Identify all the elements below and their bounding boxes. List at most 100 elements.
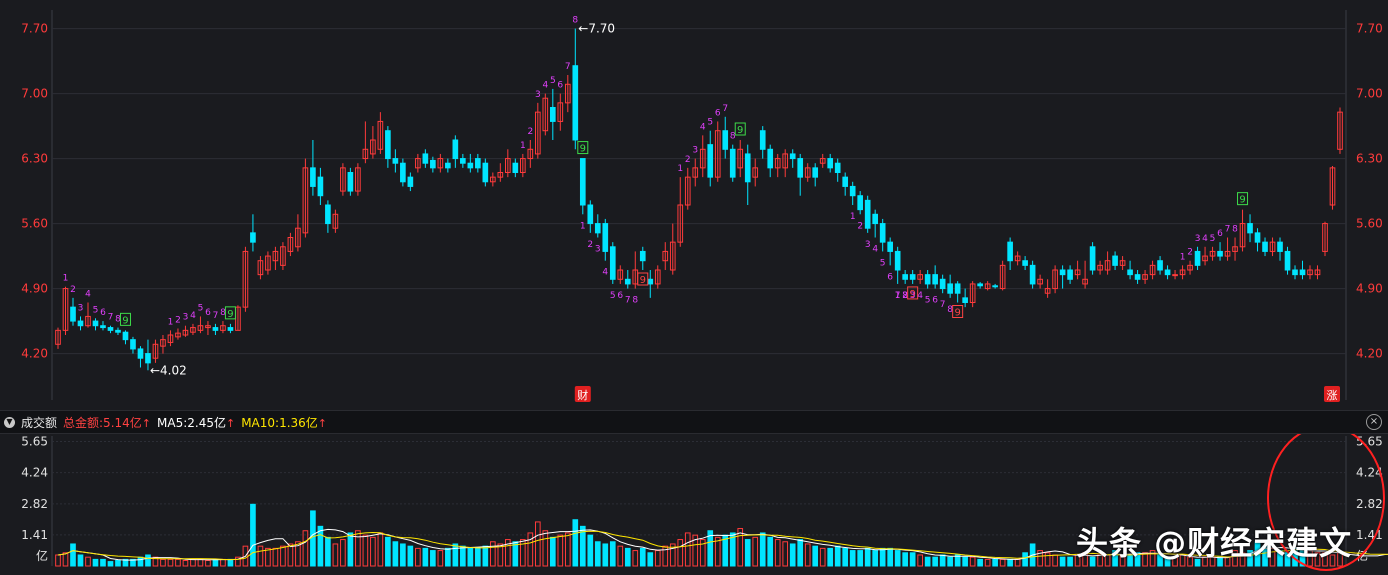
volume-bar: [392, 541, 399, 567]
sequence-digit: 7: [1225, 225, 1231, 235]
candle-body: [1022, 260, 1028, 266]
candle-body: [475, 158, 481, 169]
volume-bar: [107, 561, 114, 567]
price-tick-label-right: 6.30: [1356, 152, 1383, 166]
total-amount: 总金额:5.14亿↑: [63, 415, 151, 430]
volume-bar: [482, 545, 489, 567]
candle-body: [812, 167, 819, 178]
volume-header: ▼ 成交额 总金额:5.14亿↑ MA5:2.45亿↑ MA10:1.36亿↑: [4, 413, 327, 431]
candle-body: [1112, 255, 1118, 266]
candle-body: [594, 223, 601, 234]
candle-body: [430, 159, 436, 169]
candle-body: [932, 274, 938, 285]
candle: [1029, 260, 1036, 289]
sequence-nine-text: 9: [122, 315, 128, 326]
candle-body: [1284, 250, 1291, 271]
chevron-down-icon[interactable]: ▼: [4, 416, 15, 428]
sequence-digit: 8: [632, 296, 638, 306]
sequence-nine-text: 9: [954, 308, 960, 319]
candle: [729, 144, 736, 182]
volume-bar: [887, 547, 893, 567]
candle-body: [767, 148, 774, 169]
volume-bar: [572, 519, 579, 567]
candle-body: [744, 153, 751, 183]
candle-body: [1127, 269, 1133, 276]
sequence-digit: 6: [557, 81, 563, 91]
sequence-nine-text: 9: [640, 275, 646, 286]
sequence-digit: 7: [565, 62, 571, 72]
sequence-digit: 7: [940, 300, 946, 310]
volume-bar: [587, 534, 594, 567]
candle-body: [347, 172, 354, 192]
candle-body: [1157, 260, 1163, 271]
sequence-nine-text: 9: [580, 144, 586, 155]
volume-bar: [92, 558, 99, 567]
candle-body: [759, 130, 766, 150]
candle-body: [107, 327, 114, 331]
sequence-digit: 2: [902, 291, 908, 301]
candle-body: [707, 144, 714, 178]
volume-bar: [857, 550, 864, 567]
sequence-nine-text: 9: [737, 125, 743, 136]
candle-body: [212, 327, 219, 331]
volume-tick-label-left: 1.41: [21, 528, 48, 542]
candle-body: [467, 162, 474, 169]
volume-bar: [317, 525, 324, 567]
candle-body: [1194, 250, 1201, 266]
candle: [864, 195, 871, 233]
candle-body: [512, 162, 519, 173]
sequence-digit: 6: [715, 108, 721, 118]
volume-bar: [115, 559, 121, 567]
volume-bar: [445, 547, 451, 567]
volume-bar: [932, 556, 938, 567]
volume-unit-left: 亿: [36, 548, 48, 563]
candle-body: [145, 353, 151, 364]
ma10-value: MA10:1.36亿↑: [241, 415, 328, 430]
price-tick-label-left: 4.20: [21, 347, 48, 361]
sequence-digit: 6: [100, 308, 106, 318]
candle-body: [392, 158, 399, 164]
sequence-digit: 6: [617, 291, 623, 301]
sequence-digit: 2: [70, 285, 76, 295]
ma5-value: MA5:2.45亿↑: [157, 415, 236, 430]
candle-body: [460, 158, 466, 164]
candle-body: [1254, 232, 1261, 243]
sequence-digit: 4: [602, 268, 608, 278]
volume-bar: [145, 554, 151, 567]
sequence-digit: 3: [78, 303, 84, 313]
candle-body: [422, 153, 429, 164]
volume-tick-label-right: 5.65: [1356, 435, 1383, 449]
high-price-label: ←7.70: [578, 22, 615, 36]
volume-indicator-name[interactable]: 成交额: [21, 414, 57, 431]
candle-body: [1277, 241, 1283, 252]
volume-bar: [407, 545, 414, 567]
candle-body: [924, 274, 931, 285]
candle-body: [894, 250, 901, 271]
price-tick-label-right: 4.90: [1356, 282, 1383, 296]
volume-bar: [602, 543, 609, 567]
candle-body: [849, 185, 856, 197]
candle-body: [887, 241, 893, 252]
volume-bar: [100, 558, 106, 567]
candle: [1284, 246, 1291, 275]
volume-tick-label-left: 2.82: [21, 497, 48, 511]
volume-bar: [849, 550, 856, 567]
sequence-digit: 4: [700, 122, 706, 132]
volume-bar: [842, 547, 849, 567]
volume-bar: [70, 543, 76, 567]
volume-bar: [879, 547, 886, 567]
sequence-digit: 6: [205, 308, 211, 318]
volume-bar: [827, 547, 834, 567]
sequence-digit: 2: [527, 127, 533, 137]
candle-body: [842, 176, 849, 187]
candle-body: [549, 107, 556, 122]
volume-bar: [609, 541, 616, 567]
volume-tick-label-right: 2.82: [1356, 497, 1383, 511]
candle-body: [939, 278, 946, 290]
close-icon[interactable]: ×: [1366, 414, 1382, 430]
sequence-digit: 3: [692, 146, 698, 156]
sequence-digit: 4: [85, 290, 91, 300]
sequence-digit: 1: [677, 164, 683, 174]
sequence-digit: 5: [610, 291, 616, 301]
sequence-digit: 1: [168, 317, 174, 327]
